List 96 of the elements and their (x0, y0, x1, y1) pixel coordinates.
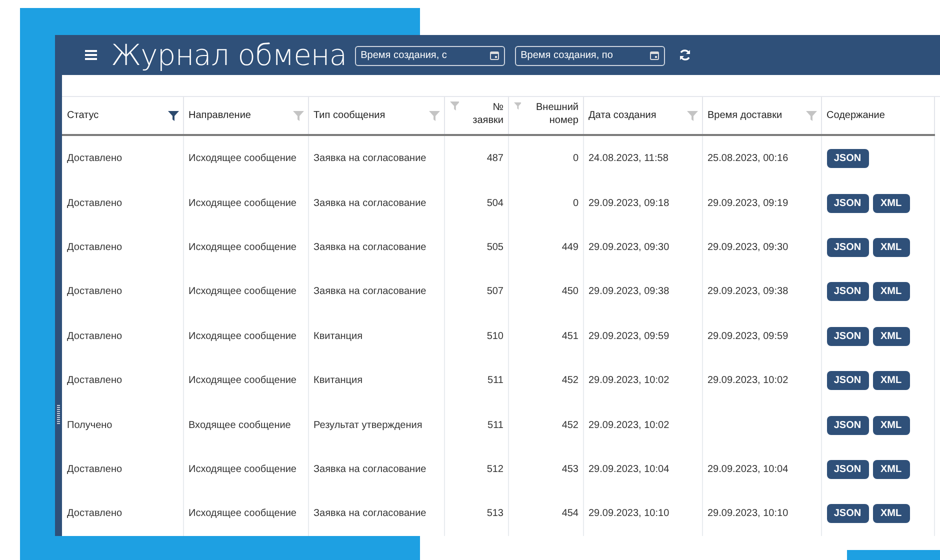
table-cell: 510 (486, 330, 504, 342)
table-cell: 29.09.2023, 09:30 (588, 242, 670, 253)
format-button[interactable]: XML (872, 194, 910, 213)
format-button[interactable]: XML (872, 371, 910, 390)
column-header[interactable]: Направление (188, 110, 251, 122)
table-cell: Результат утверждения (314, 420, 422, 431)
table-cell: Исходящее сообщение (188, 153, 296, 164)
format-button[interactable]: JSON (826, 460, 868, 479)
page-title: Журнал обмена (111, 38, 347, 72)
table-cell: 453 (562, 464, 578, 475)
calendar-icon[interactable] (490, 50, 499, 60)
table-cell: Квитанция (314, 375, 363, 386)
resize-grip-icon[interactable] (57, 405, 60, 425)
table-cell: 29.09.2023, 10:10 (588, 508, 670, 520)
table-cell: Доставлено (67, 375, 122, 386)
table-cell: 0 (572, 198, 578, 209)
table-cell: 511 (488, 375, 504, 386)
menu-icon[interactable] (85, 50, 97, 60)
format-button[interactable]: JSON (826, 282, 868, 302)
table-cell: 511 (488, 420, 504, 431)
refresh-icon[interactable] (678, 49, 691, 61)
table-cell: 504 (486, 198, 504, 209)
table-cell: Заявка на согласование (314, 242, 426, 253)
format-button[interactable]: XML (872, 416, 910, 435)
table-cell: 487 (486, 153, 504, 164)
format-button[interactable]: JSON (826, 504, 868, 524)
table-cell: Заявка на согласование (314, 198, 426, 209)
table-cell: 29.09.2023, 09:19 (708, 198, 788, 209)
table-cell: Доставлено (67, 153, 122, 164)
calendar-icon[interactable] (650, 50, 659, 60)
table-cell: 29.09.2023, 09:18 (588, 198, 670, 209)
table-cell: Исходящее сообщение (188, 330, 296, 342)
format-button[interactable]: XML (872, 282, 910, 302)
table-cell: 507 (486, 286, 504, 298)
format-button[interactable]: JSON (826, 326, 868, 346)
table-cell: Квитанция (314, 330, 363, 342)
table-cell: 24.08.2023, 11:58 (588, 153, 668, 164)
table-cell: Заявка на согласование (314, 153, 426, 164)
table-cell: Доставлено (67, 330, 122, 342)
column-header[interactable]: Внешний номер (525, 101, 578, 128)
table-cell: 452 (562, 420, 578, 431)
format-button[interactable]: JSON (826, 371, 868, 390)
date-from-field[interactable]: Время создания, с (354, 46, 505, 66)
table-cell: 505 (486, 242, 504, 253)
format-button[interactable]: XML (872, 326, 910, 346)
table-cell: 29.09.2023, 10:04 (588, 464, 670, 475)
table-cell: 29.09.2023, 09:38 (588, 286, 670, 298)
column-header[interactable]: Статус (67, 110, 99, 122)
format-button[interactable]: XML (872, 460, 910, 479)
table-cell: 452 (562, 375, 578, 386)
table-cell: 450 (562, 286, 578, 298)
table-cell: Исходящее сообщение (188, 198, 296, 209)
table-cell: Доставлено (67, 198, 122, 209)
table-cell: Входящее сообщение (188, 420, 291, 431)
table-cell: 513 (486, 508, 504, 520)
table-cell: Заявка на согласование (314, 508, 426, 520)
table-cell: Заявка на согласование (314, 464, 426, 475)
table-cell: 29.09.2023, 09:59 (588, 330, 670, 342)
table-cell: Заявка на согласование (314, 286, 426, 298)
date-to-field[interactable]: Время создания, по (514, 46, 665, 66)
table-cell: 25.08.2023, 00:16 (708, 153, 788, 164)
table-cell: 29.09.2023, 10:02 (708, 375, 788, 386)
column-header[interactable]: Тип сообщения (314, 110, 386, 122)
table-cell: 29.09.2023, 10:04 (708, 464, 788, 475)
table-cell: 449 (562, 242, 578, 253)
format-button[interactable]: JSON (826, 238, 868, 257)
table-cell: Исходящее сообщение (188, 242, 296, 253)
table-cell: Доставлено (67, 242, 122, 253)
table-cell: 451 (562, 330, 578, 342)
table-cell: Доставлено (67, 508, 122, 520)
format-button[interactable]: JSON (826, 416, 868, 435)
format-button[interactable]: XML (872, 504, 910, 524)
table-cell: Исходящее сообщение (188, 464, 296, 475)
table-cell: 0 (572, 153, 578, 164)
table-cell: Исходящее сообщение (188, 375, 296, 386)
table-cell: Доставлено (67, 464, 122, 475)
table-cell: 29.09.2023, 09:59 (708, 330, 788, 342)
filter-icon[interactable] (168, 110, 178, 121)
table-cell: Доставлено (67, 286, 122, 298)
table-cell: 29.09.2023, 10:02 (588, 420, 670, 431)
format-button[interactable]: JSON (826, 194, 868, 213)
table-cell: 29.09.2023, 09:38 (708, 286, 788, 298)
table-cell: 454 (562, 508, 578, 520)
table-cell: 512 (486, 464, 504, 475)
column-header[interactable]: Время доставки (708, 110, 782, 122)
column-header[interactable]: Содержание (826, 110, 885, 122)
format-button[interactable]: XML (872, 238, 910, 257)
table-cell: Получено (67, 420, 112, 431)
table-cell: 29.09.2023, 10:02 (588, 375, 670, 386)
table-cell: 29.09.2023, 09:30 (708, 242, 788, 253)
column-header[interactable]: № заявки (463, 101, 504, 128)
format-button[interactable]: JSON (826, 149, 868, 168)
table-cell: 29.09.2023, 10:10 (708, 508, 788, 520)
table-cell: Исходящее сообщение (188, 286, 296, 298)
table-cell: Исходящее сообщение (188, 508, 296, 520)
column-header[interactable]: Дата создания (588, 110, 656, 122)
